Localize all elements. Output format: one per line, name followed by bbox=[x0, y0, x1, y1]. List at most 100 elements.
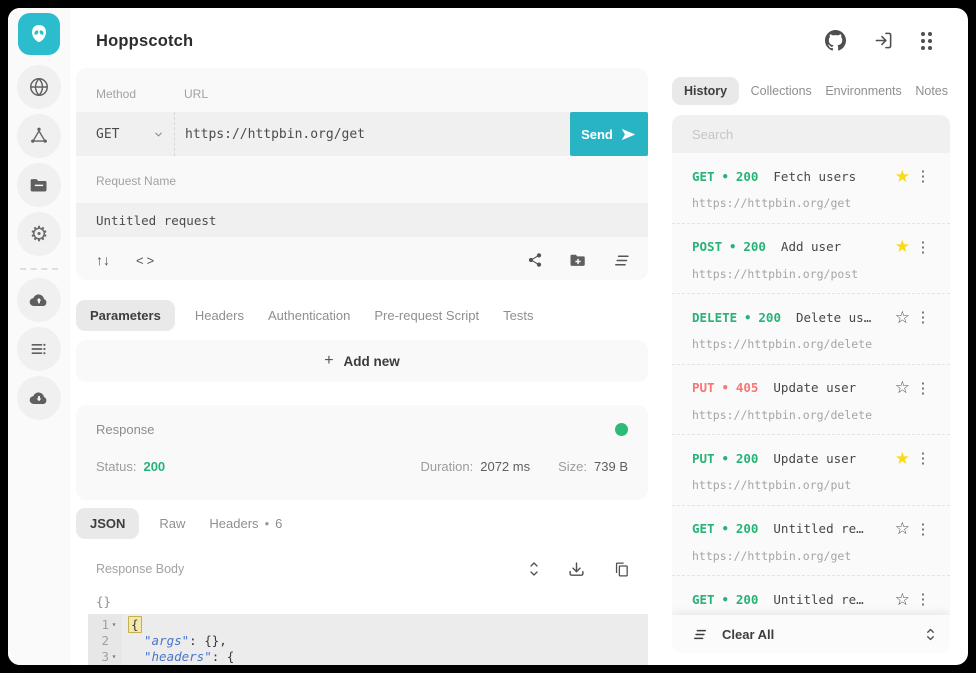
tab-json[interactable]: JSON bbox=[76, 508, 139, 539]
list-icon bbox=[29, 339, 49, 359]
more-options-icon[interactable]: ⋮ bbox=[910, 379, 936, 397]
sidebar-item-settings[interactable]: ⚙ bbox=[17, 212, 61, 256]
more-options-icon[interactable]: ⋮ bbox=[910, 167, 936, 185]
code-snippet-icon[interactable]: <> bbox=[136, 253, 157, 268]
more-options-icon[interactable]: ⋮ bbox=[910, 520, 936, 538]
response-body-editor[interactable]: 1▾ 2 3▾ { "args": {}, "headers": { bbox=[88, 614, 648, 665]
method-badge: GET bbox=[692, 521, 715, 536]
tab-authentication[interactable]: Authentication bbox=[264, 300, 354, 331]
more-options-icon[interactable]: ⋮ bbox=[910, 590, 936, 608]
send-button[interactable]: Send bbox=[570, 112, 648, 156]
status-separator-dot bbox=[722, 380, 729, 395]
method-select[interactable]: GET bbox=[76, 112, 174, 156]
status-separator-dot bbox=[722, 521, 729, 536]
history-item[interactable]: DELETE200 Delete us… ⋮ https://httpbin.o… bbox=[672, 294, 950, 365]
history-list: GET200 Fetch users ⋮ https://httpbin.org… bbox=[672, 153, 950, 653]
star-icon[interactable] bbox=[895, 309, 910, 326]
folder-icon bbox=[29, 175, 49, 195]
request-url: https://httpbin.org/put bbox=[692, 478, 936, 492]
tab-headers[interactable]: Headers bbox=[191, 300, 248, 331]
save-to-collection-icon[interactable] bbox=[569, 251, 587, 269]
request-name-input[interactable]: Untitled request bbox=[76, 203, 648, 237]
status-separator-dot bbox=[722, 169, 729, 184]
star-icon[interactable] bbox=[895, 520, 910, 537]
history-footer: Clear All bbox=[672, 615, 950, 653]
status-group: DELETE200 bbox=[692, 310, 781, 325]
tab-notes[interactable]: Notes bbox=[913, 77, 950, 105]
tab-raw[interactable]: Raw bbox=[155, 508, 189, 539]
status-separator-dot bbox=[722, 592, 729, 607]
status-separator-dot bbox=[729, 239, 736, 254]
response-card: Response Status: 200 Duration: 2072 ms S… bbox=[76, 405, 648, 500]
sidebar-item-sync-upload[interactable] bbox=[17, 278, 61, 322]
plus-icon: + bbox=[324, 352, 333, 370]
method-label: Method bbox=[76, 87, 184, 101]
history-panel-card: GET200 Fetch users ⋮ https://httpbin.org… bbox=[672, 115, 950, 653]
star-icon[interactable] bbox=[895, 450, 910, 467]
status-label: Status: bbox=[96, 459, 136, 474]
json-filter-icon[interactable]: {} bbox=[96, 594, 111, 609]
status-code: 200 bbox=[758, 310, 781, 325]
tab-history[interactable]: History bbox=[672, 77, 739, 105]
search-input[interactable] bbox=[692, 127, 930, 142]
search-bar bbox=[672, 115, 950, 153]
app-window: ⚙ Hoppscotch bbox=[8, 8, 968, 665]
status-group: GET 200 bbox=[692, 521, 758, 536]
more-options-icon[interactable]: ⋮ bbox=[910, 308, 936, 326]
json-value: : {}, bbox=[189, 633, 227, 648]
status-code: 200 bbox=[736, 521, 759, 536]
history-item[interactable]: PUT200 Update user ⋮ https://httpbin.org… bbox=[672, 435, 950, 506]
duration-label: Duration: bbox=[420, 459, 473, 474]
more-options-icon[interactable]: ⋮ bbox=[910, 238, 936, 256]
star-icon[interactable] bbox=[895, 168, 910, 185]
sidebar-item-collections[interactable] bbox=[17, 163, 61, 207]
response-body-row: Response Body bbox=[76, 556, 648, 582]
wrap-lines-icon[interactable] bbox=[613, 253, 630, 268]
star-icon[interactable] bbox=[895, 379, 910, 396]
connection-status-dot bbox=[615, 423, 628, 436]
tab-tests[interactable]: Tests bbox=[499, 300, 537, 331]
clear-all-button[interactable]: Clear All bbox=[722, 627, 774, 642]
add-new-button[interactable]: + Add new bbox=[76, 340, 648, 382]
star-icon[interactable] bbox=[895, 238, 910, 255]
history-item[interactable]: GET200 Untitled re… ⋮ https://httpbin.or… bbox=[672, 506, 950, 577]
line-number: 1 bbox=[95, 617, 109, 632]
method-value: GET bbox=[96, 127, 119, 142]
send-button-label: Send bbox=[581, 127, 613, 142]
fold-icon[interactable]: ▾ bbox=[109, 652, 119, 661]
history-item[interactable]: GET200 Fetch users ⋮ https://httpbin.org… bbox=[672, 153, 950, 224]
method-badge: GET bbox=[692, 169, 715, 184]
sort-icon[interactable]: ↑↓ bbox=[96, 252, 110, 268]
history-item[interactable]: POST200 Add user ⋮ https://httpbin.org/p… bbox=[672, 224, 950, 295]
tab-collections[interactable]: Collections bbox=[749, 77, 814, 105]
right-panel: History Collections Environments Notes G… bbox=[672, 8, 950, 665]
graphql-icon bbox=[28, 125, 50, 147]
cloud-download-icon bbox=[28, 387, 50, 409]
status-code: 405 bbox=[736, 380, 759, 395]
more-options-icon[interactable]: ⋮ bbox=[910, 449, 936, 467]
status-code: 200 bbox=[736, 592, 759, 607]
share-icon[interactable] bbox=[527, 252, 543, 268]
status-separator-dot bbox=[744, 310, 751, 325]
history-item[interactable]: PUT405 Update user ⋮ https://httpbin.org… bbox=[672, 365, 950, 436]
copy-icon[interactable] bbox=[613, 561, 630, 578]
sidebar-item-docs[interactable] bbox=[17, 327, 61, 371]
tab-environments[interactable]: Environments bbox=[823, 77, 903, 105]
sidebar-item-rest[interactable] bbox=[17, 65, 61, 109]
request-title: Delete us… bbox=[796, 310, 871, 325]
hoppscotch-logo-icon[interactable] bbox=[18, 13, 60, 55]
fold-icon[interactable]: ▾ bbox=[109, 620, 119, 629]
download-icon[interactable] bbox=[568, 561, 585, 578]
sidebar-item-sync-download[interactable] bbox=[17, 376, 61, 420]
tab-pre-request-script[interactable]: Pre-request Script bbox=[370, 300, 483, 331]
tab-response-headers[interactable]: Headers • 6 bbox=[205, 508, 286, 539]
collapse-panel-icon[interactable] bbox=[925, 627, 936, 642]
tab-parameters[interactable]: Parameters bbox=[76, 300, 175, 331]
matched-bracket: { bbox=[128, 616, 142, 633]
sidebar-item-graphql[interactable] bbox=[17, 114, 61, 158]
expand-collapse-icon[interactable] bbox=[528, 561, 540, 577]
star-icon[interactable] bbox=[895, 591, 910, 608]
method-badge: PUT bbox=[692, 380, 715, 395]
gear-icon: ⚙ bbox=[30, 224, 49, 245]
request-url: https://httpbin.org/delete bbox=[692, 408, 936, 422]
